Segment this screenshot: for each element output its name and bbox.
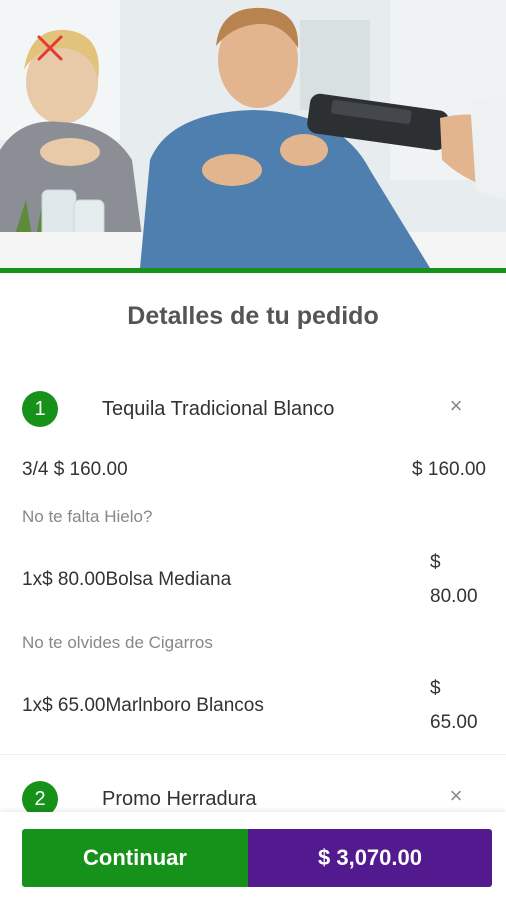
close-icon[interactable] [34, 32, 66, 64]
extras-section-label: No te olvides de Cigarros [22, 633, 213, 652]
extra-price: $ 65.00 [430, 672, 490, 740]
remove-item-icon[interactable]: × [446, 395, 466, 417]
item-number-badge: 1 [22, 391, 58, 427]
continue-button[interactable]: Continuar [22, 829, 248, 887]
extras-section-label: No te falta Hielo? [22, 507, 153, 526]
page-title: Detalles de tu pedido [127, 302, 379, 330]
hero-image [0, 0, 506, 268]
order-item-header: 1 Tequila Tradicional Blanco × [0, 389, 506, 429]
hero-accent-bar [0, 268, 506, 273]
extra-price-symbol: $ [430, 552, 441, 573]
remove-item-icon[interactable]: × [446, 785, 466, 807]
extra-line: 1x$ 80.00Bolsa Mediana [22, 569, 232, 590]
extra-price-value: 80.00 [430, 586, 478, 607]
item-name: Promo Herradura [102, 788, 257, 810]
item-name: Tequila Tradicional Blanco [102, 398, 335, 420]
extra-price-symbol: $ [430, 678, 441, 699]
extra-price-value: 65.00 [430, 712, 478, 733]
item-divider [0, 754, 506, 755]
extra-line: 1x$ 65.00Marlnboro Blancos [22, 695, 264, 716]
extra-price: $ 80.00 [430, 546, 490, 614]
item-main-price: $ 160.00 [412, 459, 486, 480]
total-button[interactable]: $ 3,070.00 [248, 829, 492, 887]
bottom-action-bar: Continuar $ 3,070.00 [0, 812, 506, 900]
item-main-line: 3/4 $ 160.00 [22, 459, 128, 480]
restaurant-photo [0, 0, 506, 268]
